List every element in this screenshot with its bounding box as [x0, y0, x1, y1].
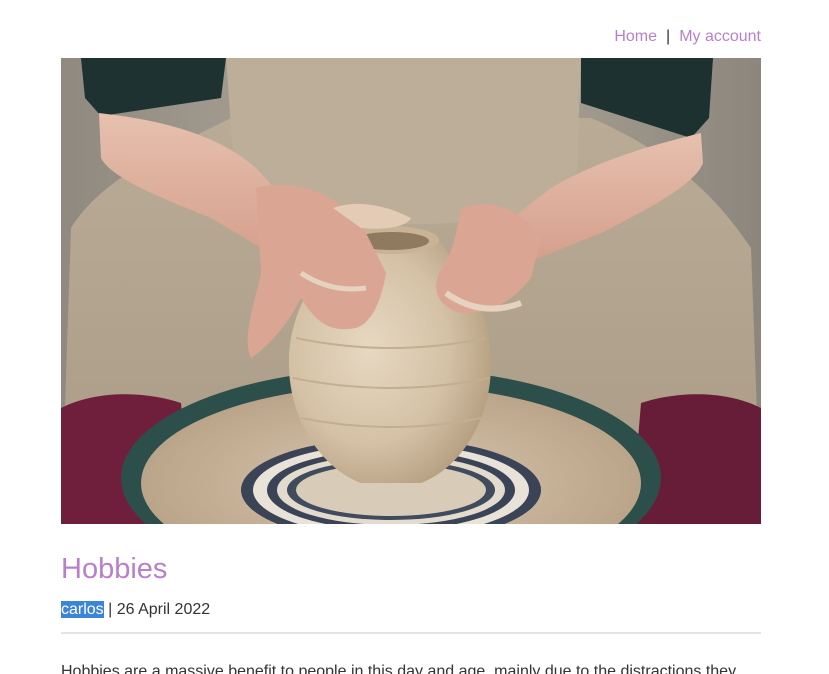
- post-title: Hobbies: [61, 553, 168, 585]
- home-link[interactable]: Home: [614, 28, 657, 45]
- author-link[interactable]: carlos: [61, 601, 104, 618]
- blog-post-page: Home | My account Hobbies carlos | 26 Ap…: [0, 0, 829, 674]
- divider: [61, 632, 761, 634]
- post-date: 26 April 2022: [116, 601, 211, 618]
- my-account-link[interactable]: My account: [679, 28, 761, 45]
- hero-image: [61, 58, 761, 524]
- post-body-text: Hobbies are a massive benefit to people …: [61, 663, 737, 674]
- meta-separator: |: [103, 601, 117, 618]
- top-navigation: Home | My account: [614, 27, 761, 47]
- post-meta: carlos | 26 April 2022: [61, 600, 210, 620]
- nav-separator: |: [666, 28, 671, 45]
